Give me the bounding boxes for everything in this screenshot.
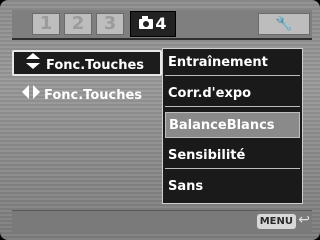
camera-menu-screen: 1 2 3 4 🔧 Fonc.Touches Fonc.Touches Entr… xyxy=(0,0,320,240)
wrench-icon: 🔧 xyxy=(275,16,293,32)
up-down-arrows-icon xyxy=(22,52,44,78)
tab-2[interactable]: 2 xyxy=(64,13,92,35)
tab-4-label: 4 xyxy=(155,14,167,33)
submenu-item[interactable]: Entraînement xyxy=(165,50,300,76)
tab-bar: 1 2 3 4 🔧 xyxy=(12,10,312,40)
left-right-arrows-icon xyxy=(20,82,42,108)
left-option-label: Fonc.Touches xyxy=(44,88,143,103)
tab-1[interactable]: 1 xyxy=(32,13,60,35)
submenu-item[interactable]: Sensibilité xyxy=(165,143,300,169)
return-icon: ↩ xyxy=(298,212,310,228)
menu-button[interactable]: MENU xyxy=(256,214,296,229)
left-option-left-right[interactable]: Fonc.Touches xyxy=(12,82,162,108)
submenu-item[interactable]: Sans xyxy=(165,174,300,200)
tab-3[interactable]: 3 xyxy=(96,13,124,35)
bottom-bar: MENU ↩ xyxy=(12,210,312,233)
submenu-panel: Entraînement Corr.d'expo BalanceBlancs S… xyxy=(162,48,303,204)
left-option-label: Fonc.Touches xyxy=(46,58,145,73)
camera-icon xyxy=(139,15,154,29)
left-option-up-down[interactable]: Fonc.Touches xyxy=(12,50,162,76)
setup-tab[interactable]: 🔧 xyxy=(258,13,310,35)
submenu-item[interactable]: Corr.d'expo xyxy=(165,81,300,107)
tab-4-active[interactable]: 4 xyxy=(130,11,176,37)
submenu-item-highlighted[interactable]: BalanceBlancs xyxy=(165,112,300,138)
